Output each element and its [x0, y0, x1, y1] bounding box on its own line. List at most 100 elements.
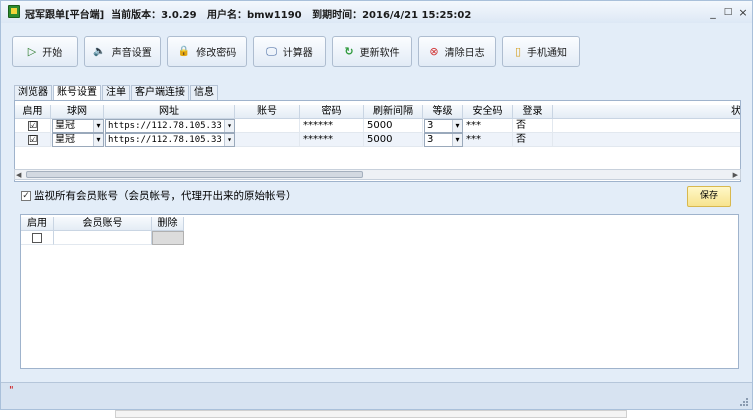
security-cell[interactable]: *** [463, 133, 513, 147]
start-button-label: 开始 [42, 48, 63, 59]
col-security[interactable]: 安全码 [463, 105, 513, 119]
chevron-down-icon: ▾ [224, 120, 234, 132]
enabled-checkbox[interactable]: ☑ [28, 135, 38, 145]
site-select[interactable]: 皇冠 ▾ [52, 133, 104, 147]
monitor-checkbox[interactable]: ✓ [21, 191, 31, 201]
calculator-label: 计算器 [282, 48, 313, 59]
horizontal-scrollbar[interactable]: ◀ ▶ [14, 169, 741, 180]
sound-settings-button[interactable]: 🔈 声音设置 [84, 36, 161, 67]
level-select[interactable]: 3 ▾ [424, 133, 463, 147]
save-button[interactable]: 保存 [687, 186, 731, 207]
title-bar[interactable]: 冠军跟单[平台端] 当前版本：3.0.29 用户名：bmw1190 到期时间：2… [1, 1, 752, 23]
site-value: 皇冠 [55, 120, 75, 131]
clear-log-button[interactable]: ⊗ 清除日志 [418, 36, 496, 67]
background-window-edge [115, 410, 627, 418]
login-cell: 否 [513, 119, 553, 133]
url-select[interactable]: https://112.78.105.33 ▾ [105, 133, 235, 147]
members-grid: 启用 会员账号 删除 [20, 214, 739, 369]
col-enabled[interactable]: 启用 [15, 105, 51, 119]
phone-notify-button[interactable]: ▯ 手机通知 [502, 36, 580, 67]
col-interval[interactable]: 刷新间隔 [364, 105, 423, 119]
col-url[interactable]: 网址 [104, 105, 235, 119]
col-member-enabled[interactable]: 启用 [21, 217, 54, 231]
monitor-label: 监视所有会员账号（会员帐号，代理开出来的原始帐号） [34, 190, 297, 202]
col-level[interactable]: 等级 [423, 105, 463, 119]
site-value: 皇冠 [55, 134, 75, 145]
col-account[interactable]: 账号 [235, 105, 300, 119]
site-select[interactable]: 皇冠 ▾ [52, 119, 104, 133]
monitor-icon: 🖵 [266, 44, 277, 58]
refresh-icon: ↻ [344, 44, 354, 58]
chevron-down-icon: ▾ [93, 134, 103, 146]
level-value: 3 [427, 120, 434, 131]
phone-notify-label: 手机通知 [527, 48, 568, 59]
toolbar: ▷ 开始 🔈 声音设置 🔒 修改密码 🖵 计算器 ↻ 更新软件 ⊗ 清除日志 ▯… [1, 23, 752, 77]
scroll-left-icon[interactable]: ◀ [16, 171, 21, 179]
chevron-down-icon: ▾ [93, 120, 103, 132]
app-window: 冠军跟单[平台端] 当前版本：3.0.29 用户名：bmw1190 到期时间：2… [0, 0, 753, 410]
speaker-icon: 🔈 [93, 45, 106, 57]
scroll-right-icon[interactable]: ▶ [733, 171, 738, 179]
member-enabled-checkbox[interactable] [32, 233, 42, 243]
tab-bets[interactable]: 注单 [102, 85, 130, 100]
chevron-down-icon: ▾ [452, 120, 462, 132]
enabled-cell: ☑ [15, 133, 51, 147]
monitor-all-members-option[interactable]: ✓ 监视所有会员账号（会员帐号，代理开出来的原始帐号） [21, 189, 297, 203]
close-button[interactable]: × [736, 6, 750, 19]
interval-cell[interactable]: 5000 [364, 119, 423, 133]
tab-bar: 浏览器 账号设置 注单 客户端连接 信息 [14, 85, 219, 101]
play-icon: ▷ [27, 44, 37, 58]
sound-settings-label: 声音设置 [111, 48, 152, 59]
member-enabled-cell [21, 231, 54, 245]
table-row[interactable]: ☑ 皇冠 ▾ https://112.78.105.33 ▾ ****** 50… [15, 133, 740, 147]
password-cell[interactable]: ****** [300, 133, 364, 147]
tab-browser[interactable]: 浏览器 [14, 85, 52, 100]
clear-log-label: 清除日志 [444, 48, 485, 59]
start-button[interactable]: ▷ 开始 [12, 36, 78, 67]
app-logo-icon [8, 5, 20, 18]
tab-info[interactable]: 信息 [190, 85, 218, 100]
clear-icon: ⊗ [429, 44, 439, 58]
minimize-button[interactable]: _ [706, 6, 720, 19]
enabled-checkbox[interactable]: ☑ [28, 121, 38, 131]
status-cell [553, 133, 740, 147]
url-select[interactable]: https://112.78.105.33 ▾ [105, 119, 235, 133]
level-select[interactable]: 3 ▾ [424, 119, 463, 133]
col-status[interactable]: 状 [553, 105, 740, 119]
url-value: https://112.78.105.33 [108, 135, 222, 145]
chevron-down-icon: ▾ [452, 134, 462, 146]
maximize-button[interactable]: □ [721, 6, 735, 19]
login-cell: 否 [513, 133, 553, 147]
lock-icon: 🔒 [177, 45, 191, 57]
chevron-down-icon: ▾ [224, 134, 234, 146]
col-member-delete[interactable]: 删除 [152, 217, 184, 231]
table-row[interactable]: ☑ 皇冠 ▾ https://112.78.105.33 ▾ ****** 50… [15, 119, 740, 133]
account-cell[interactable] [235, 133, 300, 147]
col-member-account[interactable]: 会员账号 [54, 217, 152, 231]
change-password-label: 修改密码 [196, 48, 237, 59]
account-cell[interactable] [235, 119, 300, 133]
password-cell[interactable]: ****** [300, 119, 364, 133]
tab-account-settings[interactable]: 账号设置 [53, 85, 101, 101]
status-cell [553, 119, 740, 133]
col-login[interactable]: 登录 [513, 105, 553, 119]
table-row[interactable] [21, 231, 184, 245]
col-password[interactable]: 密码 [300, 105, 364, 119]
calculator-button[interactable]: 🖵 计算器 [253, 36, 326, 67]
member-delete-button[interactable] [152, 231, 184, 245]
accounts-grid-header: 启用 球网 网址 账号 密码 刷新间隔 等级 安全码 登录 状 [15, 105, 740, 119]
level-value: 3 [427, 134, 434, 145]
url-value: https://112.78.105.33 [108, 121, 222, 131]
resize-grip-icon[interactable] [739, 397, 749, 407]
update-software-button[interactable]: ↻ 更新软件 [332, 36, 412, 67]
interval-cell[interactable]: 5000 [364, 133, 423, 147]
status-bar: " [1, 382, 752, 409]
window-title: 冠军跟单[平台端] 当前版本：3.0.29 用户名：bmw1190 到期时间：2… [25, 10, 472, 21]
security-cell[interactable]: *** [463, 119, 513, 133]
change-password-button[interactable]: 🔒 修改密码 [167, 36, 247, 67]
status-text: " [9, 385, 14, 396]
member-account-cell[interactable] [54, 231, 152, 245]
tab-client-connection[interactable]: 客户端连接 [131, 85, 189, 100]
col-site[interactable]: 球网 [51, 105, 104, 119]
scrollbar-thumb[interactable] [26, 171, 363, 178]
